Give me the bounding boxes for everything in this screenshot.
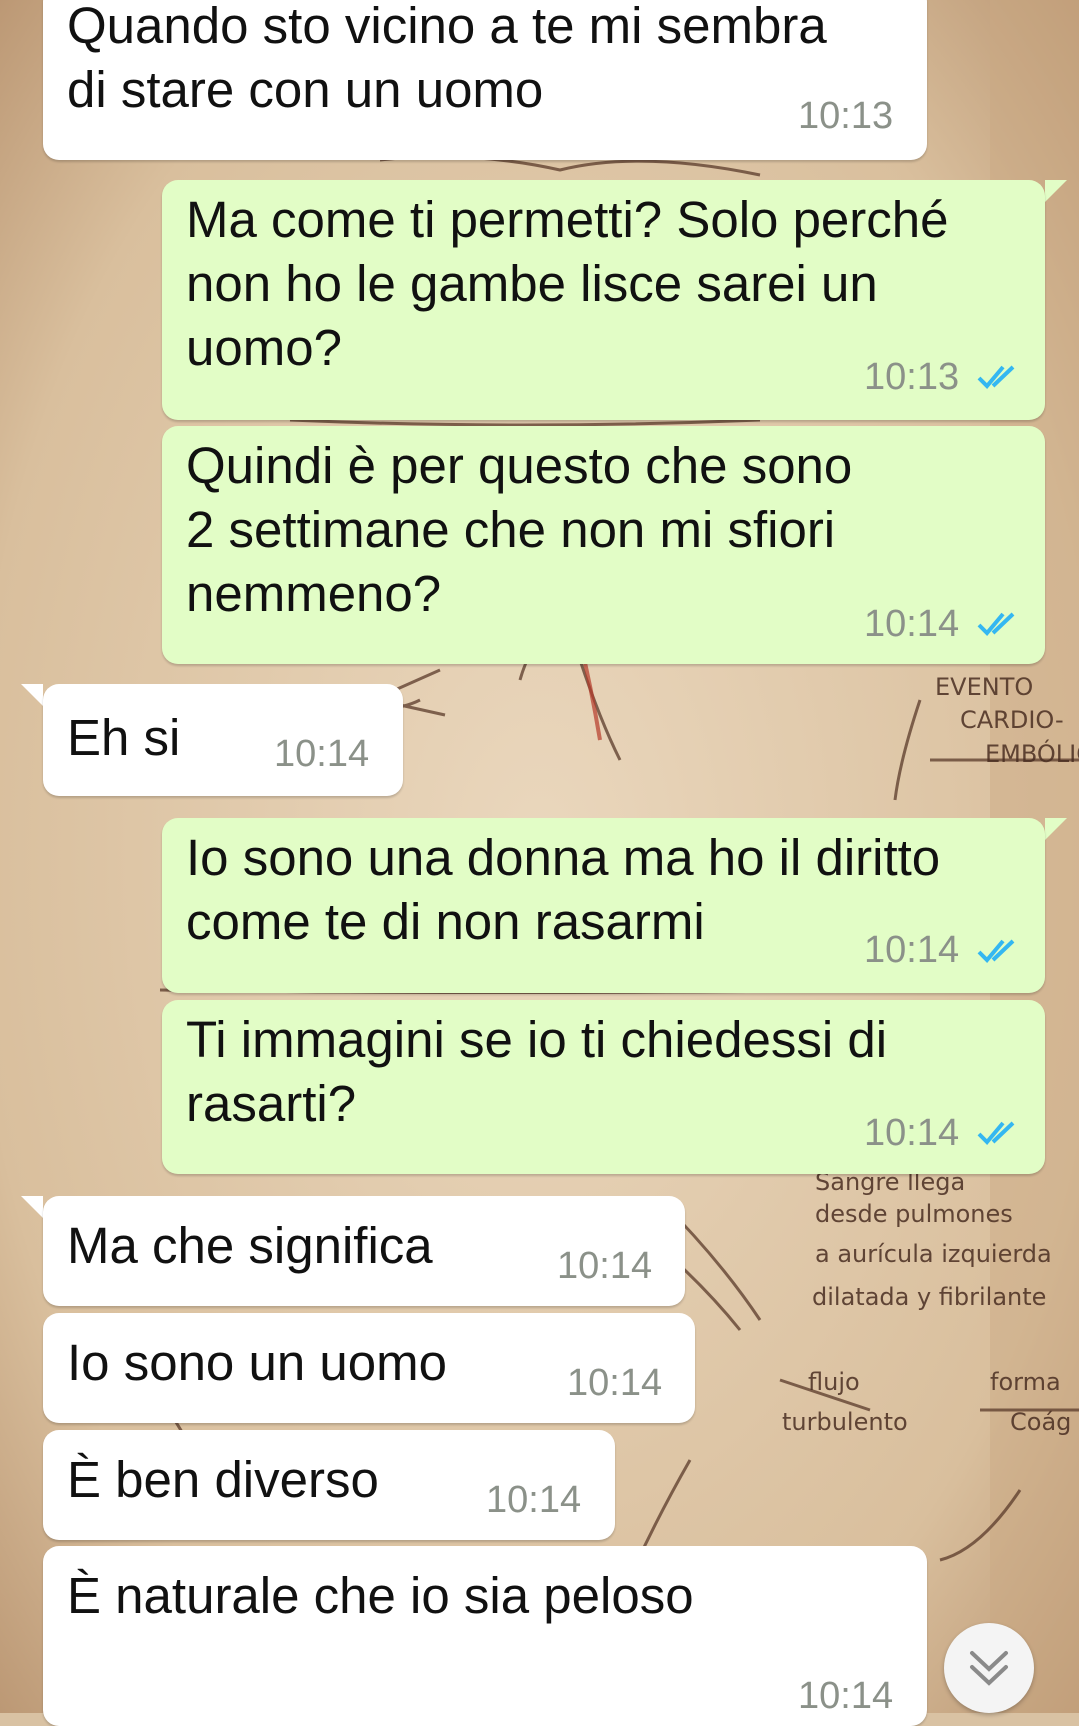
wallpaper-note-turbulento: turbulento	[782, 1408, 908, 1436]
message-outgoing[interactable]: Ma come ti permetti? Solo perché non ho …	[162, 180, 1045, 420]
message-time: 10:14	[798, 1675, 894, 1717]
message-text: Quindi è per questo che sono 2 settimane…	[186, 437, 853, 622]
double-check-icon	[977, 612, 1015, 636]
chevron-double-down-icon	[970, 1651, 1008, 1686]
bubble-tail	[1045, 818, 1067, 840]
wallpaper-note-dilatada: dilatada y fibrilante	[812, 1283, 1046, 1311]
message-outgoing[interactable]: Quindi è per questo che sono 2 settimane…	[162, 426, 1045, 664]
message-incoming[interactable]: È ben diverso 10:14	[43, 1430, 615, 1540]
message-time: 10:14	[864, 603, 960, 645]
wallpaper-note-evento: EVENTO	[935, 673, 1033, 701]
message-text: Quando sto vicino a te mi sembra di star…	[67, 0, 827, 118]
wallpaper-note-embolic: EMBÓLIC	[985, 738, 1079, 768]
wallpaper-note-cardio: CARDIO-	[960, 706, 1064, 734]
message-time: 10:14	[567, 1362, 663, 1404]
bubble-tail	[21, 1196, 43, 1218]
wallpaper-note-coag: Coág	[1010, 1408, 1071, 1436]
bubble-tail	[1045, 180, 1067, 202]
wallpaper-note-auricula: a aurícula izquierda	[815, 1240, 1052, 1268]
message-time: 10:14	[486, 1479, 582, 1521]
message-text: Ma come ti permetti? Solo perché non ho …	[186, 191, 949, 376]
message-outgoing[interactable]: Io sono una donna ma ho il diritto come …	[162, 818, 1045, 993]
message-time: 10:14	[274, 733, 370, 775]
message-incoming[interactable]: Eh si 10:14	[43, 684, 403, 796]
message-incoming[interactable]: Ma che significa 10:14	[43, 1196, 685, 1306]
message-time: 10:14	[557, 1245, 653, 1287]
wallpaper-note-desde: desde pulmones	[815, 1200, 1013, 1228]
message-incoming[interactable]: Io sono un uomo 10:14	[43, 1313, 695, 1423]
wallpaper-note-forma: forma	[990, 1368, 1061, 1396]
message-time: 10:13	[798, 95, 894, 137]
message-time: 10:14	[864, 929, 960, 971]
message-outgoing[interactable]: Ti immagini se io ti chiedessi di rasart…	[162, 1000, 1045, 1174]
message-incoming[interactable]: È naturale che io sia peloso 10:14	[43, 1546, 927, 1726]
message-text: È naturale che io sia peloso	[67, 1567, 694, 1624]
message-time: 10:13	[864, 356, 960, 398]
double-check-icon	[977, 939, 1015, 963]
wallpaper-note-flujo: flujo	[808, 1368, 860, 1396]
double-check-icon	[977, 365, 1015, 389]
scroll-to-bottom-button[interactable]	[944, 1623, 1034, 1713]
bubble-tail	[21, 684, 43, 706]
message-time: 10:14	[864, 1112, 960, 1154]
double-check-icon	[977, 1121, 1015, 1145]
message-incoming[interactable]: Quando sto vicino a te mi sembra di star…	[43, 0, 927, 160]
